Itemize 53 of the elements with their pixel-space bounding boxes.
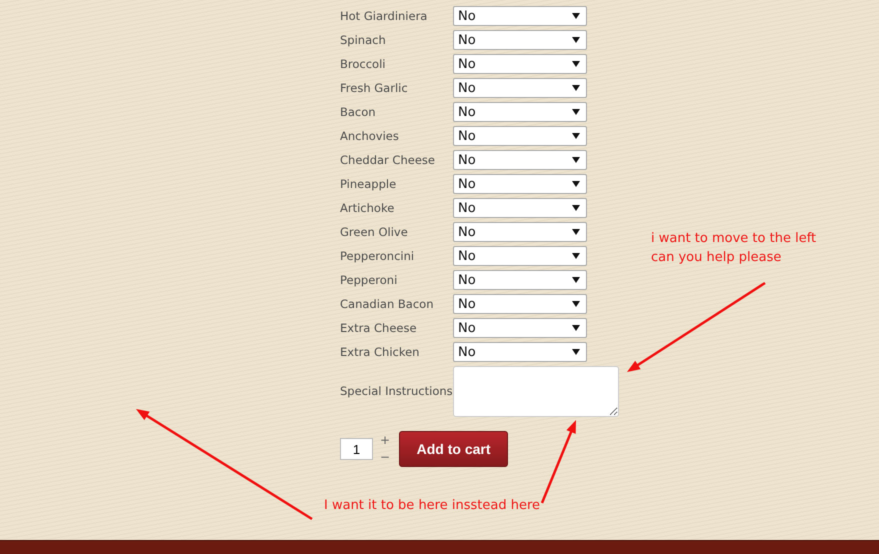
topping-label: Pepperoncini [340, 249, 416, 263]
caret-icon [572, 13, 580, 19]
topping-select[interactable]: No [453, 198, 587, 218]
topping-label: Broccoli [340, 57, 386, 71]
topping-label: Spinach [340, 33, 387, 47]
topping-label: Bacon [340, 105, 377, 119]
topping-select[interactable]: No [453, 54, 587, 74]
topping-select[interactable]: No [453, 270, 587, 290]
topping-select[interactable]: No [453, 246, 587, 266]
caret-icon [572, 181, 580, 187]
caret-icon [572, 85, 580, 91]
topping-select[interactable]: No [453, 30, 587, 50]
special-instructions-label: Special Instructions [340, 384, 453, 398]
topping-label: Pepperoni [340, 273, 398, 287]
caret-icon [572, 301, 580, 307]
caret-icon [572, 349, 580, 355]
topping-label: Extra Cheese [340, 321, 418, 335]
annotation-note: I want it to be here insstead here [324, 497, 540, 515]
topping-label: Green Olive [340, 225, 409, 239]
caret-icon [572, 229, 580, 235]
topping-select[interactable]: No [453, 126, 587, 146]
topping-label: Anchovies [340, 129, 400, 143]
topping-label: Canadian Bacon [340, 297, 434, 311]
topping-select[interactable]: No [453, 342, 587, 362]
topping-select[interactable]: No [453, 174, 587, 194]
topping-select[interactable]: No [453, 318, 587, 338]
topping-select[interactable]: No [453, 222, 587, 242]
topping-label: Hot Giardiniera [340, 9, 428, 23]
topping-select[interactable]: No [453, 102, 587, 122]
topping-select[interactable]: No [453, 294, 587, 314]
special-instructions-field[interactable] [453, 366, 619, 416]
increment-button[interactable]: + [380, 432, 390, 449]
topping-select[interactable]: No [453, 150, 587, 170]
caret-icon [572, 133, 580, 139]
topping-label: Extra Chicken [340, 345, 420, 359]
caret-icon [572, 109, 580, 115]
caret-icon [572, 277, 580, 283]
annotation-note: i want to move to the left can you help please [651, 230, 816, 267]
topping-label: Cheddar Cheese [340, 153, 436, 167]
caret-icon [572, 37, 580, 43]
caret-icon [572, 253, 580, 259]
topping-label: Artichoke [340, 201, 396, 215]
quantity-field[interactable]: 1 [340, 438, 373, 460]
caret-icon [572, 205, 580, 211]
caret-icon [572, 157, 580, 163]
topping-select[interactable]: No [453, 78, 587, 98]
topping-select[interactable]: No [453, 6, 587, 26]
add-to-cart-button[interactable]: Add to cart [399, 431, 508, 467]
decrement-button[interactable]: − [380, 449, 390, 466]
caret-icon [572, 61, 580, 67]
caret-icon [572, 325, 580, 331]
topping-label: Pineapple [340, 177, 398, 191]
topping-label: Fresh Garlic [340, 81, 409, 95]
